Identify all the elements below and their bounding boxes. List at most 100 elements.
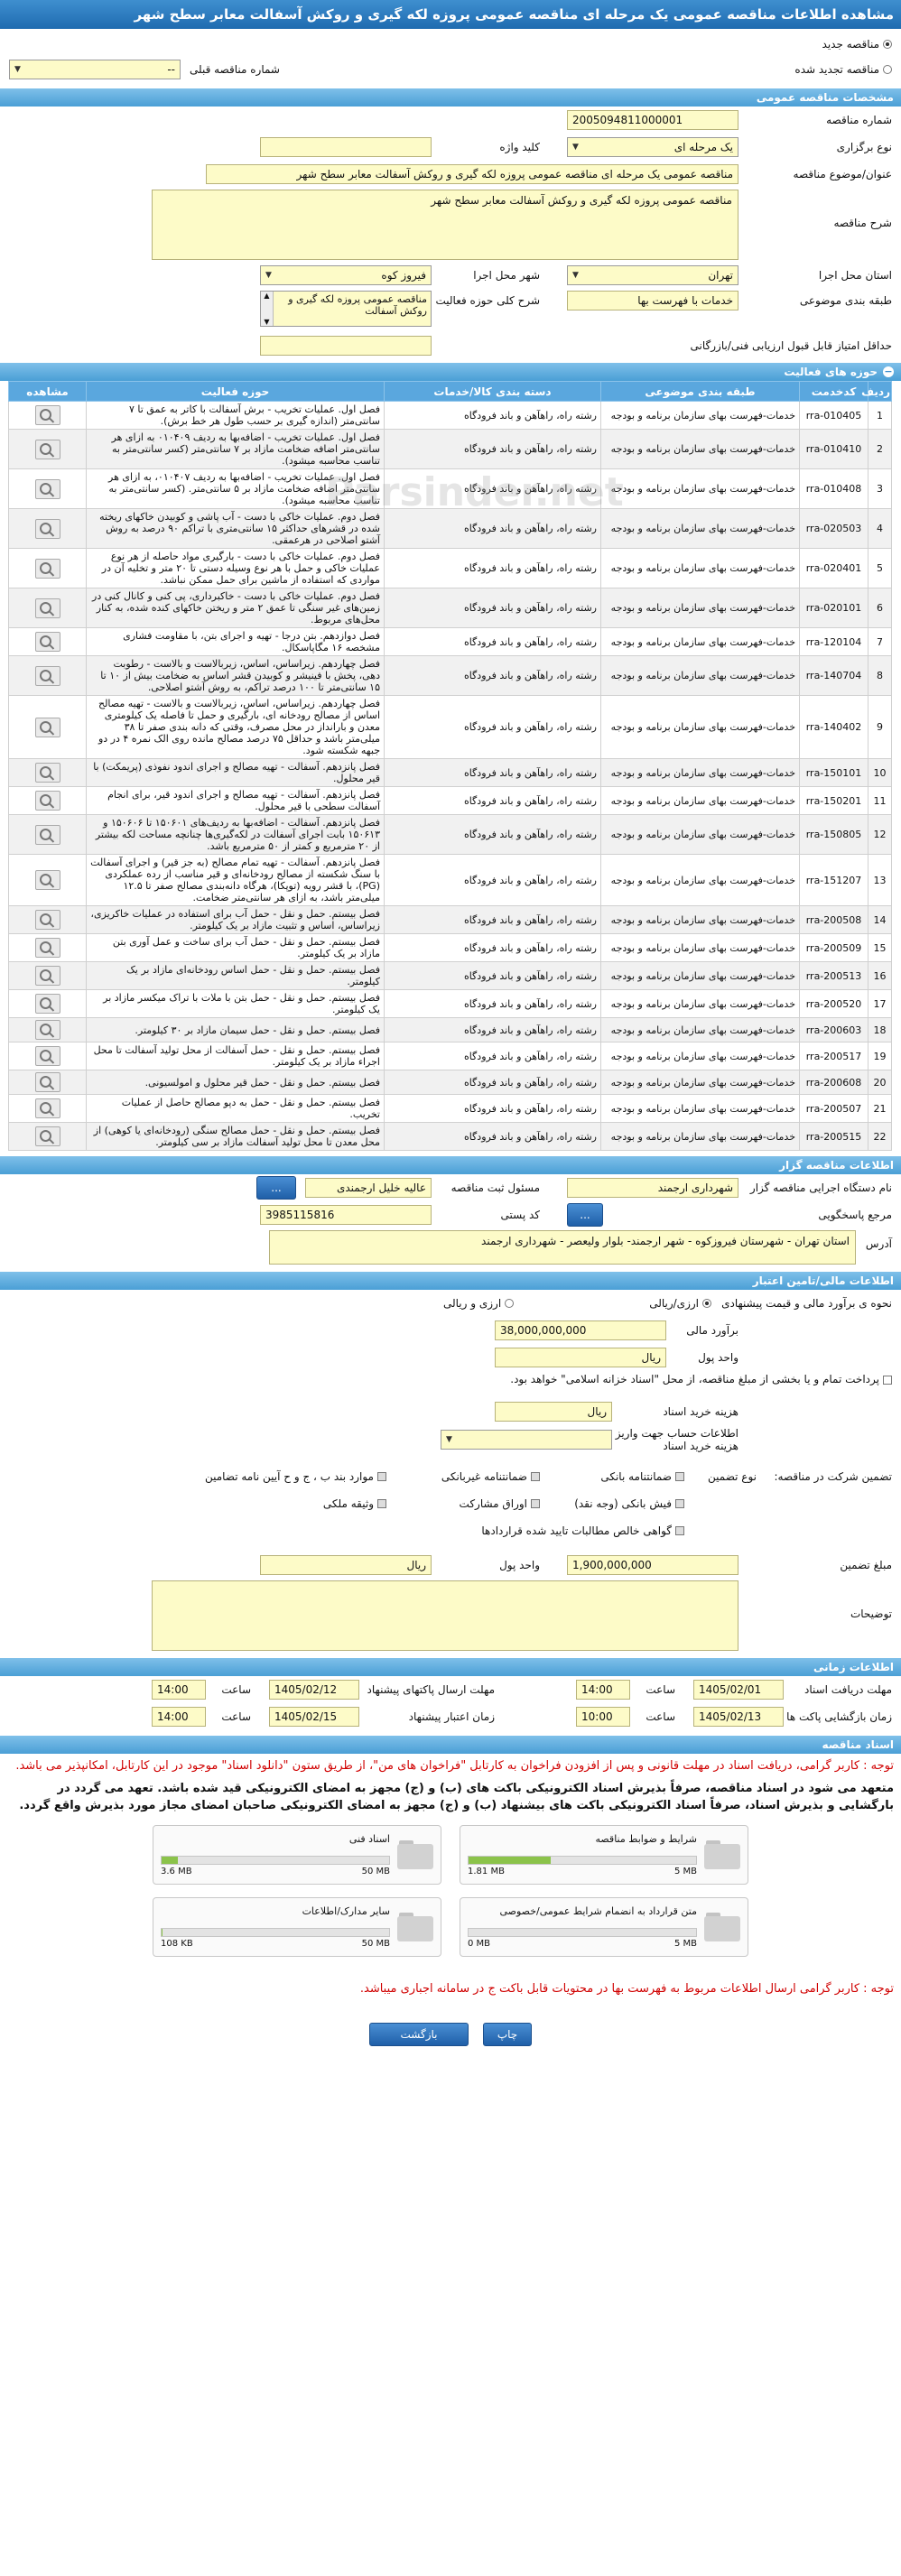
view-details-icon[interactable] [34, 1046, 60, 1066]
file-total: 50 MB [361, 1867, 390, 1876]
guarantee-bank-checkbox[interactable]: ضمانتنامه بانکی [540, 1470, 684, 1483]
number-field[interactable]: 2005094811000001 [567, 110, 738, 130]
open-time[interactable]: 10:00 [576, 1707, 630, 1727]
prev-number-select[interactable]: -- ▼ [9, 60, 181, 79]
activity-desc: فصل بیستم. حمل و نقل - حمل سیمان مازاد ب… [86, 1017, 385, 1042]
province-select[interactable]: تهران ▼ [567, 265, 738, 285]
guarantee-property-checkbox[interactable]: وثیقه ملکی [323, 1497, 386, 1510]
view-details-icon[interactable] [34, 558, 60, 579]
open-date[interactable]: 1405/02/13 [693, 1707, 784, 1727]
view-details-icon[interactable] [34, 1098, 60, 1118]
table-row: 9 rra-140402 خدمات-فهرست بهای سازمان برنام… [8, 695, 892, 759]
send-deadline-time[interactable]: 14:00 [152, 1680, 206, 1700]
chevron-up-icon[interactable]: ▲ [261, 292, 273, 300]
guarantee-bonds-checkbox[interactable]: اوراق مشارکت [386, 1497, 540, 1510]
view-details-icon[interactable] [34, 717, 60, 737]
valid-time[interactable]: 14:00 [152, 1707, 206, 1727]
view-details-icon[interactable] [34, 439, 60, 459]
category-field[interactable]: خدمات با فهرست بها [567, 291, 738, 310]
category-cell: خدمات-فهرست بهای سازمان برنامه و بودجه [600, 695, 800, 759]
col-header: طبقه بندی موضوعی [600, 381, 800, 402]
valid-date[interactable]: 1405/02/15 [269, 1707, 359, 1727]
timing-row-1: مهلت دریافت اسناد 1405/02/01 ساعت 14:00 … [0, 1676, 901, 1703]
receive-deadline-time[interactable]: 14:00 [576, 1680, 630, 1700]
document-file-box[interactable]: اسناد فنی 3.6 MB 50 MB [153, 1825, 441, 1885]
guarantee-clauses-checkbox[interactable]: موارد بند ب ، ج و ح آیین نامه تضامین [205, 1470, 386, 1483]
renewed-tender-radio[interactable]: مناقصه تجدید شده [794, 63, 892, 76]
notes-field[interactable] [152, 1580, 738, 1651]
type-select[interactable]: یک مرحله ای ▼ [567, 137, 738, 157]
category-cell: خدمات-فهرست بهای سازمان برنامه و بودجه [600, 905, 800, 934]
view-details-icon[interactable] [34, 763, 60, 783]
estimate-field[interactable]: 38,000,000,000 [495, 1320, 666, 1340]
guarantee-amount-field[interactable]: 1,900,000,000 [567, 1555, 738, 1575]
view-details-icon[interactable] [34, 1126, 60, 1146]
document-file-box[interactable]: شرایط و ضوابط مناقصه 1.81 MB 5 MB [460, 1825, 748, 1885]
guarantee-cash-checkbox[interactable]: فیش بانکی (وجه نقد) [540, 1497, 684, 1510]
view-details-icon[interactable] [34, 824, 60, 845]
chevron-down-icon[interactable]: ▼ [261, 318, 273, 326]
rial-radio[interactable]: ارزی/ریالی [649, 1297, 711, 1310]
row-number: 21 [868, 1094, 892, 1123]
document-file-box[interactable]: سایر مدارک/اطلاعات 108 KB 50 MB [153, 1897, 441, 1957]
org-field[interactable]: شهرداری ارجمند [567, 1178, 738, 1198]
view-details-icon[interactable] [34, 1020, 60, 1040]
view-details-icon[interactable] [34, 478, 60, 499]
city-select[interactable]: فیروز کوه ▼ [260, 265, 432, 285]
view-details-icon[interactable] [34, 1072, 60, 1092]
scrollbar[interactable]: ▲ ▼ [261, 292, 274, 326]
activity-desc: فصل چهاردهم. زیراساس، اساس، زیربالاست و … [86, 695, 385, 759]
treasury-checkbox[interactable]: پرداخت تمام و یا بخشی از مبلغ مناقصه، از… [22, 1373, 892, 1385]
view-details-icon[interactable] [34, 791, 60, 811]
city-label: شهر محل اجرا [473, 269, 540, 282]
time-label: ساعت [646, 1683, 675, 1696]
send-deadline-date[interactable]: 1405/02/12 [269, 1680, 359, 1700]
view-details-icon[interactable] [34, 405, 60, 425]
unit-field[interactable]: ریال [495, 1348, 666, 1367]
subject-field[interactable]: مناقصه عمومی یک مرحله ای مناقصه عمومی پر… [206, 164, 738, 184]
category-cell: خدمات-فهرست بهای سازمان برنامه و بودجه [600, 1070, 800, 1095]
table-row: 19 rra-200517 خدمات-فهرست بهای سازمان برنا… [8, 1042, 892, 1070]
file-info: متن قرارداد به انضمام شرایط عمومی/خصوصی 0… [468, 1905, 704, 1949]
new-tender-radio[interactable]: مناقصه جدید [822, 38, 892, 51]
table-row: 6 rra-020101 خدمات-فهرست بهای سازمان برنام… [8, 588, 892, 628]
account-select[interactable]: ▼ [441, 1430, 612, 1450]
guarantee-nonbank-checkbox[interactable]: ضمانتنامه غیربانکی [386, 1470, 540, 1483]
desc-field[interactable]: مناقصه عمومی پروزه لکه گیری و روکش آسفال… [152, 190, 738, 260]
print-button[interactable]: چاپ [483, 2023, 532, 2046]
group-cell: رشته راه، راهآهن و باند فرودگاه [384, 758, 601, 787]
view-details-icon[interactable] [34, 910, 60, 930]
category-cell: خدمات-فهرست بهای سازمان برنامه و بودجه [600, 854, 800, 906]
view-details-icon[interactable] [34, 632, 60, 652]
view-details-icon[interactable] [34, 598, 60, 618]
service-code: rra-140704 [799, 655, 868, 696]
keyword-field[interactable] [260, 137, 432, 157]
official-more-button[interactable]: ... [256, 1176, 296, 1200]
currency-radio[interactable]: ارزی و ریالی [443, 1297, 515, 1310]
back-button[interactable]: بازگشت [369, 2023, 469, 2046]
view-details-icon[interactable] [34, 994, 60, 1014]
file-used: 108 KB [161, 1939, 193, 1949]
ref-select-button[interactable]: ... [567, 1203, 603, 1227]
service-code: rra-200520 [799, 989, 868, 1018]
collapse-icon[interactable]: − [883, 366, 894, 377]
account-row: اطلاعات حساب جهت واریز هزینه خرید اسناد … [0, 1425, 901, 1454]
doc-fee-field[interactable]: ریال [495, 1402, 612, 1422]
guarantee-claims-checkbox[interactable]: گواهی خالص مطالبات تایید شده قراردادها [481, 1524, 684, 1537]
postal-field[interactable]: 3985115816 [260, 1205, 432, 1225]
scope-listbox[interactable]: مناقصه عمومی پروزه لکه گیری و روکش آسفال… [260, 291, 432, 327]
guarantee-type-label: نوع تضمین [708, 1470, 757, 1483]
view-details-icon[interactable] [34, 518, 60, 539]
address-field[interactable]: استان تهران - شهرستان فیروزکوه - شهر ارج… [269, 1230, 856, 1265]
official-field[interactable]: عالیه خلیل ارجمندی [305, 1178, 432, 1198]
document-file-box[interactable]: متن قرارداد به انضمام شرایط عمومی/خصوصی 0… [460, 1897, 748, 1957]
view-details-icon[interactable] [34, 966, 60, 986]
receive-deadline-date[interactable]: 1405/02/01 [693, 1680, 784, 1700]
view-details-icon[interactable] [34, 938, 60, 958]
table-row: 4 rra-020503 خدمات-فهرست بهای سازمان برنام… [8, 508, 892, 549]
view-details-icon[interactable] [34, 665, 60, 686]
view-details-icon[interactable] [34, 870, 60, 890]
min-score-field[interactable] [260, 336, 432, 356]
guarantee-unit-field[interactable]: ریال [260, 1555, 432, 1575]
file-grid: شرایط و ضوابط مناقصه 1.81 MB 5 MB اسناد فنی… [0, 1825, 901, 1957]
